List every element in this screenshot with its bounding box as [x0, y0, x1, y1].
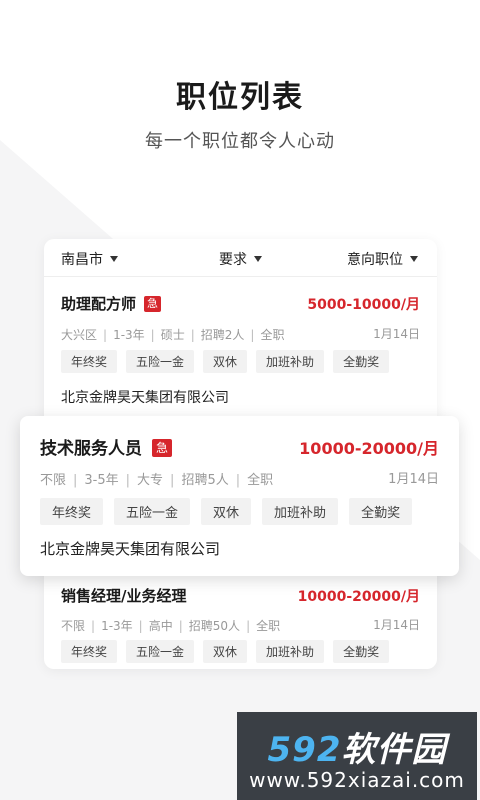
job-headcount: 招聘2人 — [200, 328, 245, 342]
job-date: 1月14日 — [388, 472, 439, 487]
filter-requirements[interactable]: 要求 — [219, 249, 262, 269]
job-tag: 年终奖 — [40, 498, 104, 525]
watermark-number: 592 — [267, 730, 342, 770]
job-experience: 3-5年 — [84, 473, 119, 488]
job-tag: 五险一金 — [126, 350, 195, 373]
meta-separator: | — [246, 619, 251, 633]
job-headcount: 招聘5人 — [181, 473, 229, 488]
job-tag: 年终奖 — [61, 350, 118, 373]
job-title-text: 助理配方师 — [61, 295, 137, 313]
filter-city-label: 南昌市 — [61, 252, 103, 268]
meta-separator: | — [73, 473, 78, 488]
job-card[interactable]: 销售经理/业务经理 10000-20000/月 不限 | 1-3年 | 高中 | 招聘50人… — [44, 579, 437, 669]
job-tag: 五险一金 — [114, 498, 191, 525]
watermark-text: 软件园 — [341, 730, 447, 770]
job-date: 1月14日 — [373, 327, 420, 341]
caret-down-icon — [110, 256, 118, 262]
meta-separator: | — [170, 473, 175, 488]
job-tag: 全勤奖 — [333, 350, 390, 373]
job-education: 硕士 — [160, 328, 185, 342]
job-meta: 大兴区 | 1-3年 | 硕士 | 招聘2人 | 全职 — [61, 326, 284, 343]
job-type: 全职 — [247, 473, 274, 488]
job-headcount: 招聘50人 — [188, 619, 241, 633]
job-salary: 10000-20000/月 — [297, 589, 420, 605]
job-meta: 不限 | 3-5年 | 大专 | 招聘5人 | 全职 — [40, 469, 273, 488]
meta-separator: | — [178, 619, 183, 633]
caret-down-icon — [254, 256, 262, 262]
meta-separator: | — [138, 619, 143, 633]
job-type: 全职 — [260, 328, 285, 342]
job-experience: 1-3年 — [101, 619, 133, 633]
job-meta: 不限 | 1-3年 | 高中 | 招聘50人 | 全职 — [61, 617, 280, 634]
job-card-featured[interactable]: 技术服务人员急 10000-20000/月 不限 | 3-5年 | 大专 | 招聘5人 | 全职… — [20, 416, 459, 576]
job-company: 北京金牌昊天集团有限公司 — [40, 540, 221, 558]
urgent-badge: 急 — [152, 439, 173, 457]
meta-separator: | — [125, 473, 131, 488]
job-tag: 双休 — [203, 350, 248, 373]
meta-separator: | — [91, 619, 96, 633]
job-tag: 加班补助 — [262, 498, 339, 525]
job-title: 技术服务人员急 — [40, 434, 173, 459]
meta-separator: | — [235, 473, 241, 488]
watermark-url: www.592xiazai.com — [249, 768, 465, 792]
job-tag: 全勤奖 — [349, 498, 413, 525]
watermark-brand: 592软件园 — [237, 722, 477, 771]
job-card[interactable]: 助理配方师急 5000-10000/月 大兴区 | 1-3年 | 硕士 | 招聘2人 | 全职 … — [44, 277, 437, 407]
filter-requirements-label: 要求 — [219, 252, 247, 268]
job-location: 不限 — [40, 473, 67, 488]
job-tags: 年终奖 五险一金 双休 加班补助 全勤奖 — [61, 640, 390, 663]
job-tags: 年终奖 五险一金 双休 加班补助 全勤奖 — [40, 498, 413, 525]
urgent-badge: 急 — [144, 296, 162, 312]
job-title-text: 技术服务人员 — [40, 439, 142, 459]
job-education: 大专 — [137, 473, 164, 488]
job-education: 高中 — [148, 619, 173, 633]
filter-city[interactable]: 南昌市 — [61, 249, 118, 269]
job-location: 不限 — [61, 619, 86, 633]
filter-bar: 南昌市 要求 意向职位 — [44, 239, 437, 277]
meta-separator: | — [250, 328, 255, 342]
job-title: 销售经理/业务经理 — [61, 587, 187, 605]
meta-separator: | — [103, 328, 108, 342]
job-tag: 年终奖 — [61, 640, 118, 663]
filter-intended-position-label: 意向职位 — [347, 252, 403, 268]
job-tag: 加班补助 — [256, 640, 325, 663]
job-tag: 双休 — [203, 640, 248, 663]
job-tag: 双休 — [201, 498, 252, 525]
watermark-logo: 592软件园 www.592xiazai.com — [237, 712, 477, 800]
filter-intended-position[interactable]: 意向职位 — [347, 249, 418, 269]
job-tag: 全勤奖 — [333, 640, 390, 663]
job-tag: 加班补助 — [256, 350, 325, 373]
job-salary: 10000-20000/月 — [299, 439, 439, 458]
job-company: 北京金牌昊天集团有限公司 — [61, 390, 229, 406]
page-title: 职位列表 — [176, 80, 304, 115]
job-type: 全职 — [256, 619, 281, 633]
meta-separator: | — [190, 328, 195, 342]
job-salary: 5000-10000/月 — [307, 297, 420, 313]
page-subtitle: 每一个职位都令人心动 — [145, 131, 335, 152]
caret-down-icon — [410, 256, 418, 262]
job-location: 大兴区 — [61, 328, 98, 342]
job-experience: 1-3年 — [113, 328, 145, 342]
job-tags: 年终奖 五险一金 双休 加班补助 全勤奖 — [61, 350, 390, 373]
job-title: 助理配方师急 — [61, 293, 162, 314]
job-tag: 五险一金 — [126, 640, 195, 663]
job-date: 1月14日 — [373, 618, 420, 632]
meta-separator: | — [150, 328, 155, 342]
